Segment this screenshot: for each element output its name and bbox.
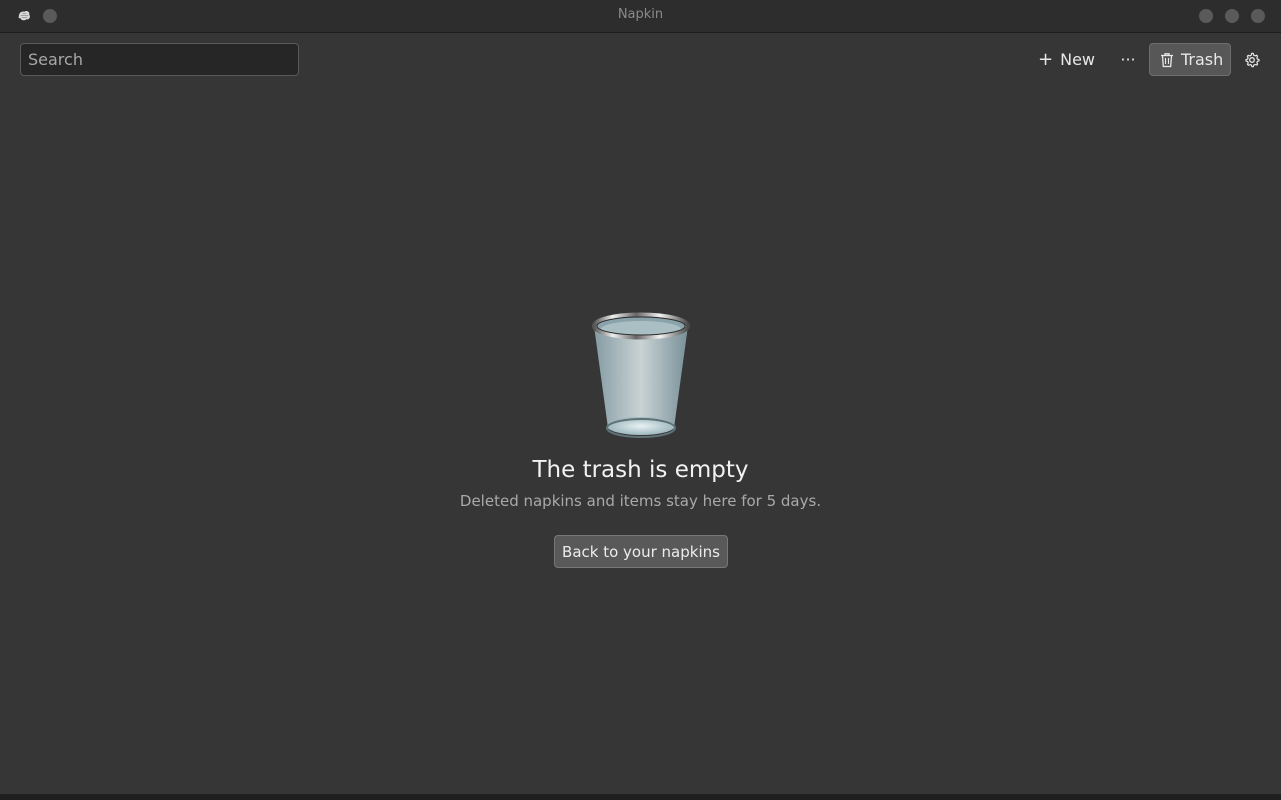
empty-state-title: The trash is empty xyxy=(532,457,749,483)
app-window: Napkin + New ··· Trash xyxy=(0,0,1281,800)
close-button[interactable] xyxy=(1251,9,1265,23)
trash-icon xyxy=(1161,52,1173,67)
more-options-button[interactable]: ··· xyxy=(1114,43,1142,76)
new-button-label: New xyxy=(1060,50,1095,69)
settings-button[interactable] xyxy=(1239,43,1265,76)
empty-state-subtitle: Deleted napkins and items stay here for … xyxy=(459,492,822,510)
maximize-button[interactable] xyxy=(1225,9,1239,23)
plus-icon: + xyxy=(1038,48,1054,70)
new-button[interactable]: + New xyxy=(1032,43,1104,76)
trash-button[interactable]: Trash xyxy=(1149,43,1231,76)
search-input[interactable] xyxy=(20,43,299,76)
gear-icon xyxy=(1245,52,1260,67)
back-to-napkins-button[interactable]: Back to your napkins xyxy=(554,535,728,568)
more-icon: ··· xyxy=(1120,50,1136,69)
trash-can-icon xyxy=(592,312,690,438)
title-bar: Napkin xyxy=(0,0,1281,33)
window-title: Napkin xyxy=(617,7,664,22)
trash-button-label: Trash xyxy=(1181,50,1224,69)
minimize-button[interactable] xyxy=(1199,9,1213,23)
